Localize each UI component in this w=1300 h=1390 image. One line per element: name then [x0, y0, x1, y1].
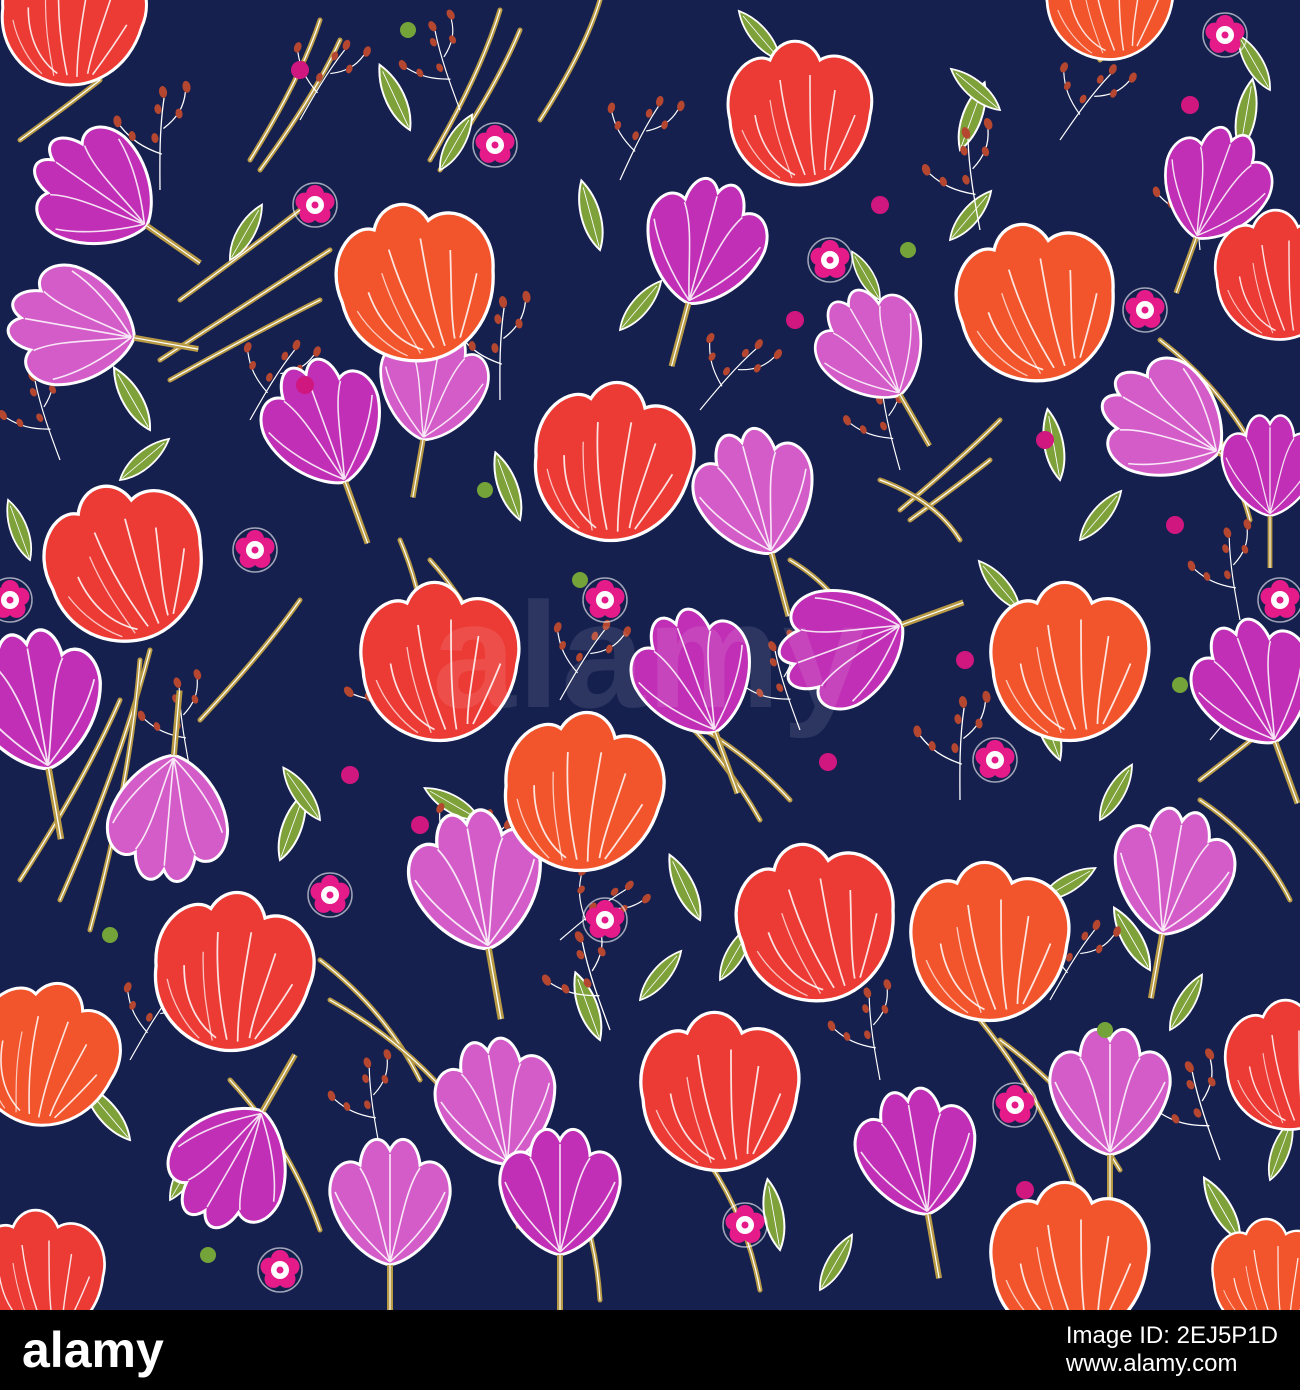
magenta-dot — [1181, 96, 1199, 114]
green-dot — [1172, 677, 1188, 693]
magenta-dot — [1036, 431, 1054, 449]
magenta-dot — [291, 61, 309, 79]
green-dot — [572, 572, 588, 588]
floral-pattern-area: alamy — [0, 0, 1300, 1310]
green-dot — [477, 482, 493, 498]
image-id-label: Image ID: 2EJ5P1D — [1065, 1322, 1278, 1349]
green-dot — [1097, 1022, 1113, 1038]
green-dot — [400, 22, 416, 38]
magenta-dot — [296, 376, 314, 394]
magenta-dot — [411, 816, 429, 834]
floral-pattern — [0, 0, 1300, 1310]
stock-footer-bar: alamy Image ID: 2EJ5P1D www.alamy.com — [0, 1310, 1300, 1390]
brand-logo-text: alamy — [22, 1322, 164, 1378]
green-dot — [200, 1247, 216, 1263]
magenta-dot — [786, 311, 804, 329]
magenta-dot — [819, 753, 837, 771]
image-meta: Image ID: 2EJ5P1D www.alamy.com — [1066, 1322, 1278, 1378]
magenta-dot — [1166, 516, 1184, 534]
magenta-dot — [871, 196, 889, 214]
magenta-dot — [956, 651, 974, 669]
site-url-label: www.alamy.com — [1065, 1350, 1238, 1377]
green-dot — [102, 927, 118, 943]
magenta-dot — [1016, 1181, 1034, 1199]
magenta-dot — [341, 766, 359, 784]
green-dot — [900, 242, 916, 258]
